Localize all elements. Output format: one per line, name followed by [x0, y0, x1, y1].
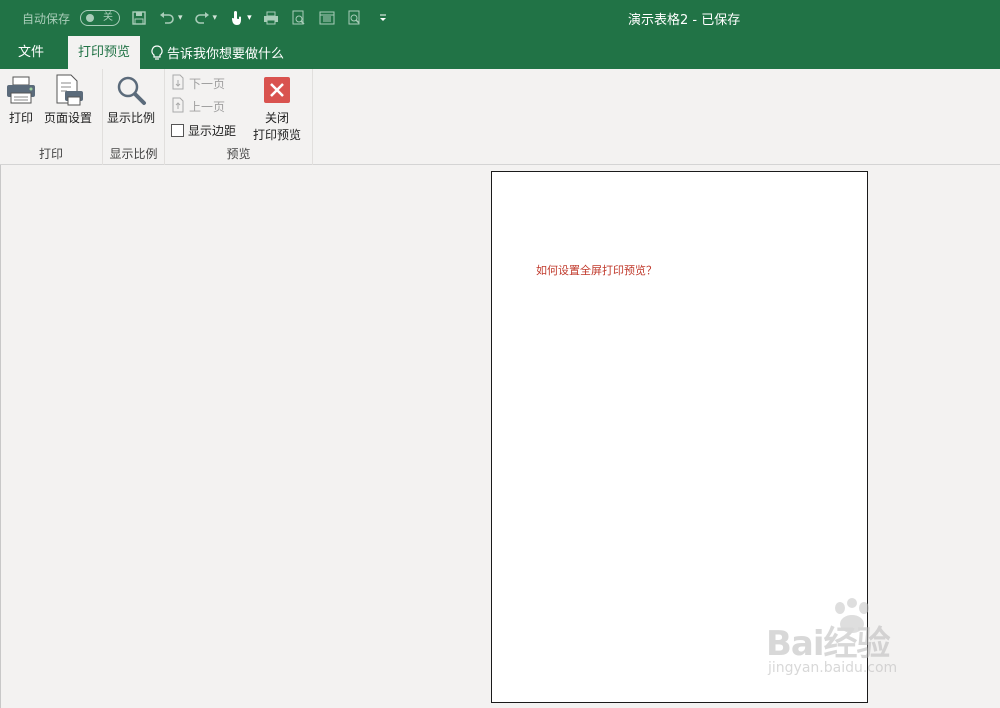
- autosave-label: 自动保存: [22, 11, 71, 26]
- next-page-icon: [171, 74, 185, 93]
- tell-me-label: 告诉我你想要做什么: [167, 47, 285, 62]
- redo-dropdown-icon[interactable]: ▾: [213, 13, 218, 23]
- close-icon: [260, 73, 294, 107]
- checkbox-box[interactable]: [171, 123, 184, 137]
- zoom-preview-icon[interactable]: [346, 9, 364, 27]
- watermark-url: jingyan.baidu.com: [768, 660, 898, 676]
- print-group-label: 打印: [38, 147, 63, 161]
- watermark-main: Bai经验: [766, 624, 891, 664]
- page-setup-button[interactable]: 页面设置: [44, 73, 92, 126]
- zoom-button[interactable]: 显示比例: [107, 73, 155, 126]
- magnifier-icon: [114, 73, 148, 107]
- ribbon: 打印 页面设置 打印 显示比例 显示比例 下一页 上一页 显示边距 关闭 打印预…: [0, 69, 1000, 165]
- tab-print-preview[interactable]: 打印预览: [68, 36, 140, 69]
- zoom-group-label: 显示比例: [109, 147, 158, 161]
- zoom-group: 显示比例 显示比例: [103, 69, 165, 165]
- tell-me-search[interactable]: 告诉我你想要做什么: [150, 36, 284, 69]
- baidu-jingyan-watermark: Bai经验 jingyan.baidu.com: [762, 598, 962, 690]
- previous-page-icon: [171, 97, 185, 116]
- next-page-label: 下一页: [189, 76, 226, 91]
- ribbon-tab-bar: 文件 打印预览 告诉我你想要做什么: [0, 36, 1000, 69]
- save-icon[interactable]: [130, 9, 148, 27]
- touch-mode-icon[interactable]: [227, 9, 245, 27]
- close-print-preview-button[interactable]: 关闭 打印预览: [253, 73, 301, 143]
- quick-access-toolbar: 自动保存 关 ▾ ▾ ▾: [22, 0, 392, 36]
- print-label: 打印: [8, 111, 33, 125]
- next-page-button[interactable]: 下一页: [171, 73, 225, 93]
- zoom-label: 显示比例: [107, 111, 156, 125]
- toggle-knob: [86, 14, 95, 22]
- previous-page-button[interactable]: 上一页: [171, 96, 225, 116]
- page-cell-text: 如何设置全屏打印预览？: [536, 264, 657, 277]
- page-setup-label: 页面设置: [44, 111, 93, 125]
- close-label-line1: 关闭: [265, 111, 290, 125]
- page-layout-icon[interactable]: [318, 9, 336, 27]
- print-preview-icon[interactable]: [290, 9, 308, 27]
- show-margins-label: 显示边距: [188, 123, 237, 138]
- print-icon[interactable]: [262, 9, 280, 27]
- document-title: 演示表格2 - 已保存: [628, 13, 741, 28]
- show-margins-checkbox[interactable]: 显示边距: [171, 120, 236, 140]
- customize-icon[interactable]: [374, 9, 392, 27]
- undo-icon[interactable]: [158, 9, 176, 27]
- print-button[interactable]: 打印: [4, 73, 38, 126]
- autosave-state: 关: [103, 12, 114, 23]
- previous-page-label: 上一页: [189, 99, 226, 114]
- title-bar: 自动保存 关 ▾ ▾ ▾ 演示表格2 - 已保存: [0, 0, 1000, 36]
- preview-group: 下一页 上一页 显示边距 关闭 打印预览 预览: [165, 69, 313, 165]
- printer-icon: [4, 73, 38, 107]
- preview-group-label: 预览: [226, 147, 251, 161]
- autosave-toggle[interactable]: 关: [80, 10, 121, 26]
- redo-icon[interactable]: [193, 9, 211, 27]
- touch-mode-dropdown-icon[interactable]: ▾: [247, 13, 252, 23]
- tab-file[interactable]: 文件: [8, 36, 54, 69]
- page-setup-icon: [51, 73, 85, 107]
- lightbulb-icon: [150, 44, 163, 62]
- close-label-line2: 打印预览: [253, 128, 302, 142]
- print-group: 打印 页面设置 打印: [0, 69, 103, 165]
- undo-dropdown-icon[interactable]: ▾: [178, 13, 183, 23]
